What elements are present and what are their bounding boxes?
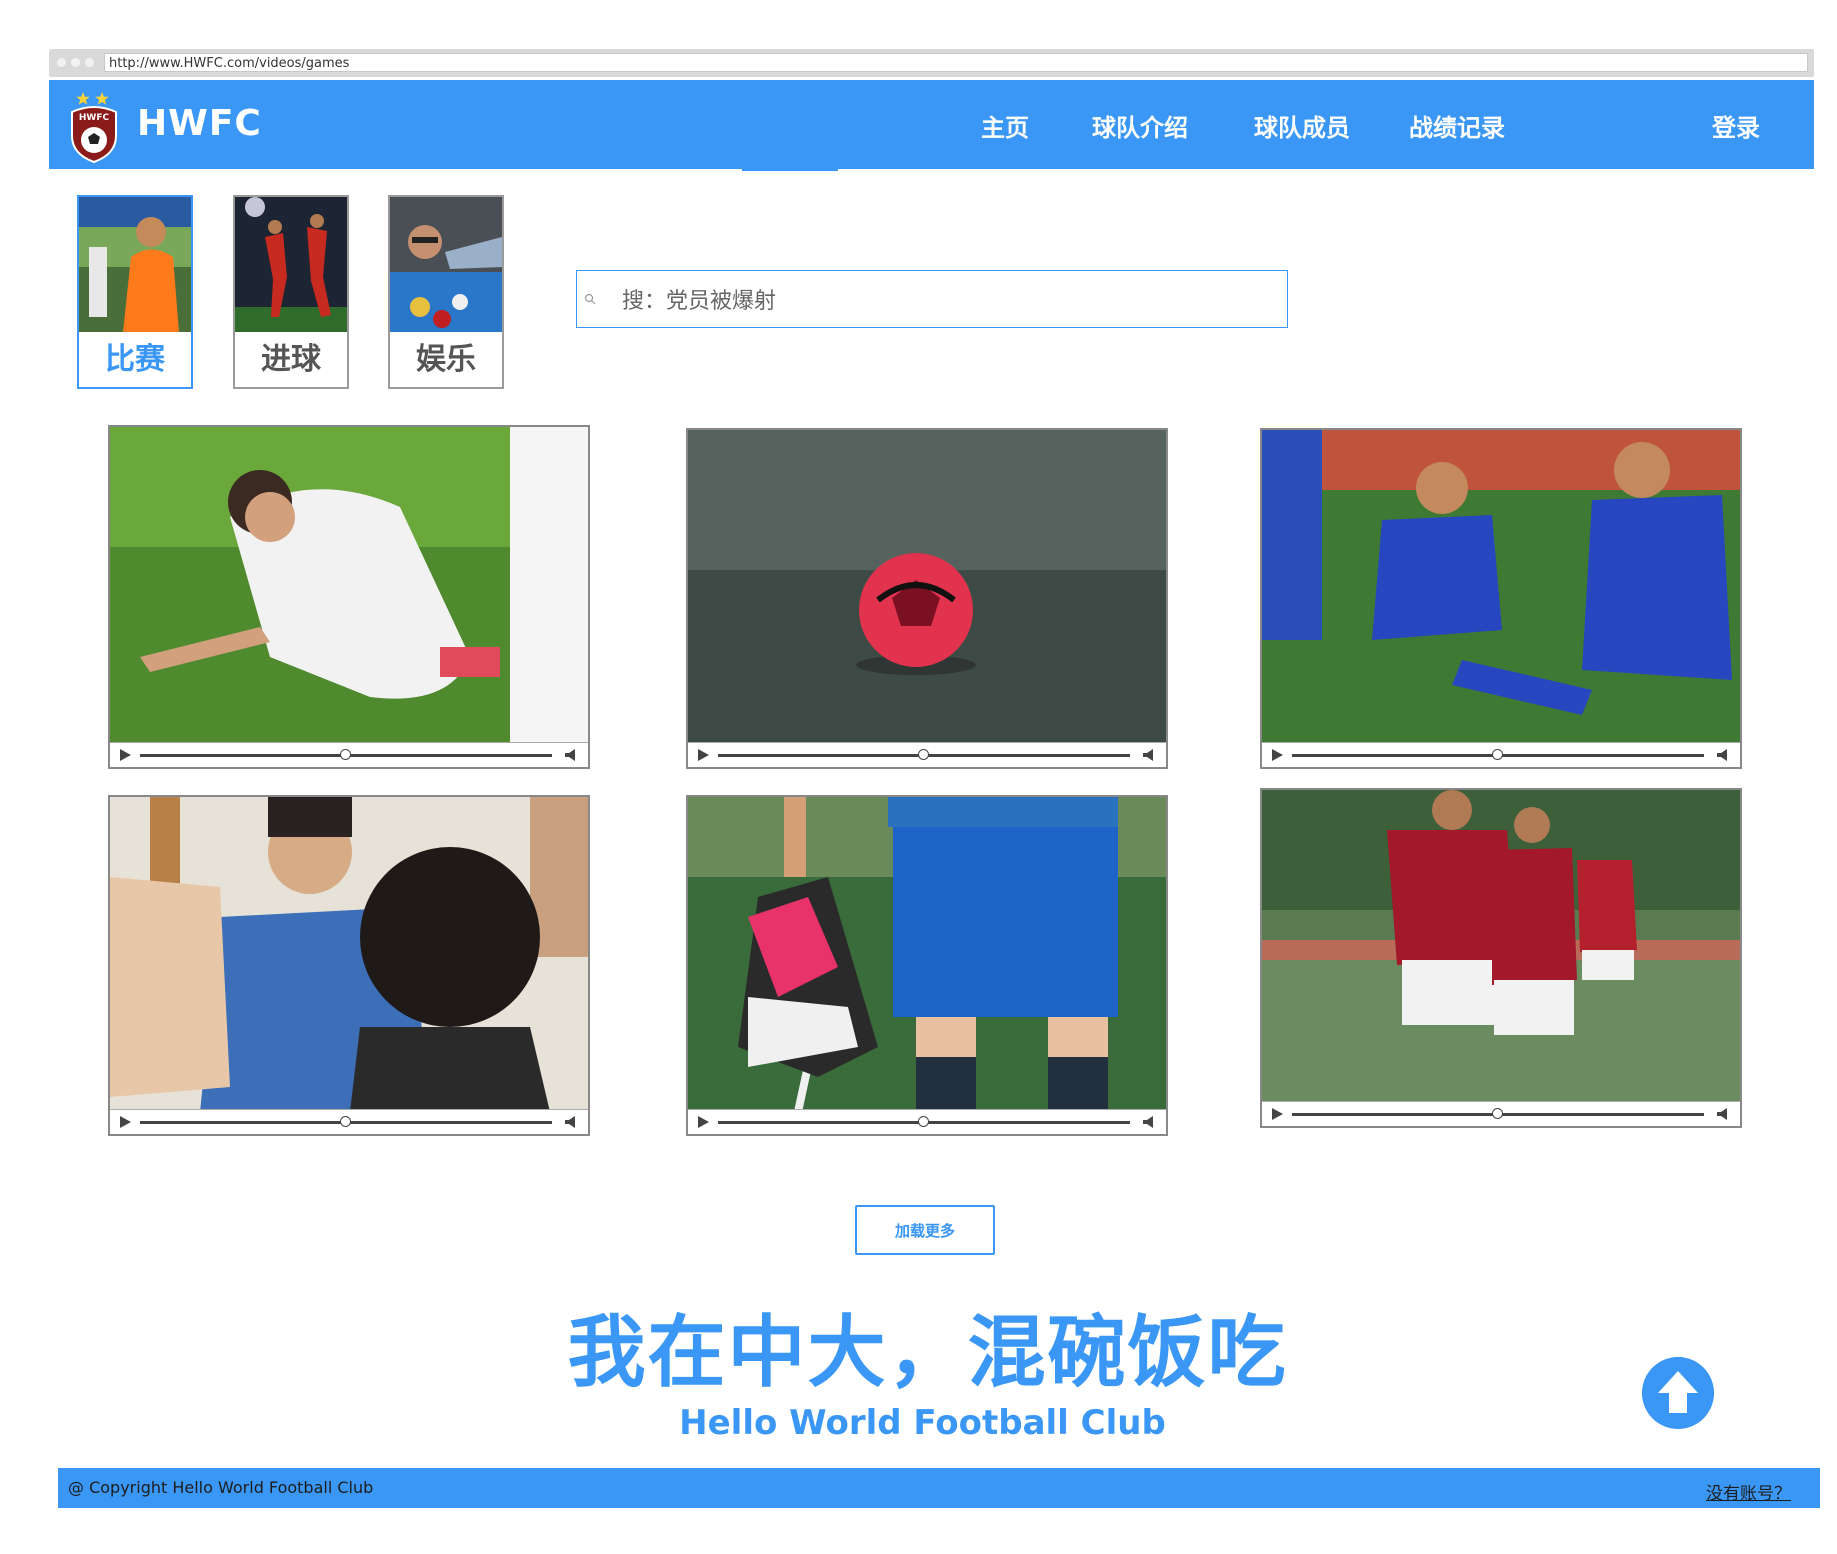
video-card[interactable] [1260,428,1742,769]
window-dot[interactable] [57,58,66,67]
video-card[interactable] [108,795,590,1136]
progress-handle[interactable] [1492,749,1503,760]
search-input[interactable] [620,282,1264,320]
nav-team-intro[interactable]: 球队介绍 [1092,108,1188,143]
progress-handle[interactable] [340,1116,351,1127]
play-icon[interactable] [698,1116,709,1128]
video-controls [1262,742,1740,767]
copyright-text: @ Copyright Hello World Football Club [68,1478,374,1497]
play-icon[interactable] [1272,1108,1283,1120]
nav-records[interactable]: 战绩记录 [1409,108,1505,143]
video-controls [688,742,1166,767]
progress-handle[interactable] [918,749,929,760]
nav-active-indicator [742,168,838,171]
volume-icon[interactable] [564,748,578,762]
video-thumbnail[interactable] [1262,430,1740,745]
nav-team-members[interactable]: 球队成员 [1254,108,1350,143]
progress-bar[interactable] [140,749,552,760]
goals-thumbnail [235,197,347,332]
svg-text:HWFC: HWFC [79,113,110,123]
progress-handle[interactable] [340,749,351,760]
back-to-top-arrow-icon[interactable] [1642,1357,1714,1429]
progress-handle[interactable] [1492,1108,1503,1119]
video-card[interactable] [1260,788,1742,1128]
matches-thumbnail [79,197,191,332]
slogan-heading: 我在中大，混碗饭吃 [567,1308,1288,1398]
category-label: 进球 [261,342,321,377]
volume-icon[interactable] [1716,748,1730,762]
video-thumbnail[interactable] [688,797,1166,1112]
signup-link[interactable]: 没有账号？ [1706,1479,1791,1504]
play-icon[interactable] [120,1116,131,1128]
play-icon[interactable] [1272,749,1283,761]
load-more-button[interactable]: 加载更多 [855,1205,995,1255]
volume-icon[interactable] [1142,1115,1156,1129]
progress-bar[interactable] [718,1116,1130,1127]
category-matches[interactable]: 比赛 [77,195,193,389]
video-thumbnail[interactable] [688,430,1166,745]
play-icon[interactable] [698,749,709,761]
video-thumbnail[interactable] [1262,790,1740,1104]
address-bar[interactable]: http://www.HWFC.com/videos/games [104,53,1808,72]
volume-icon[interactable] [1716,1107,1730,1121]
category-label: 娱乐 [416,342,476,377]
category-goals[interactable]: 进球 [233,195,349,389]
progress-bar[interactable] [140,1116,552,1127]
play-icon[interactable] [120,749,131,761]
volume-icon[interactable] [1142,748,1156,762]
club-logo-icon[interactable]: HWFC [68,88,120,164]
progress-bar[interactable] [718,749,1130,760]
brand-name[interactable]: HWFC [137,103,262,144]
video-controls [1262,1101,1740,1126]
window-controls [57,58,94,67]
category-entertainment[interactable]: 娱乐 [388,195,504,389]
entertainment-thumbnail [390,197,502,332]
login-link[interactable]: 登录 [1712,108,1760,143]
search-icon[interactable] [584,293,596,305]
video-thumbnail[interactable] [110,427,588,745]
progress-bar[interactable] [1292,749,1704,760]
video-card[interactable] [686,428,1168,769]
progress-handle[interactable] [918,1116,929,1127]
club-name-subtitle: Hello World Football Club [679,1403,1166,1443]
window-dot[interactable] [85,58,94,67]
category-label: 比赛 [105,342,165,377]
video-card[interactable] [686,795,1168,1136]
video-controls [110,1109,588,1134]
site-header [49,80,1814,169]
progress-bar[interactable] [1292,1108,1704,1119]
volume-icon[interactable] [564,1115,578,1129]
video-card[interactable] [108,425,590,769]
video-controls [110,742,588,767]
window-dot[interactable] [71,58,80,67]
nav-home[interactable]: 主页 [981,108,1029,143]
video-controls [688,1109,1166,1134]
video-thumbnail[interactable] [110,797,588,1112]
